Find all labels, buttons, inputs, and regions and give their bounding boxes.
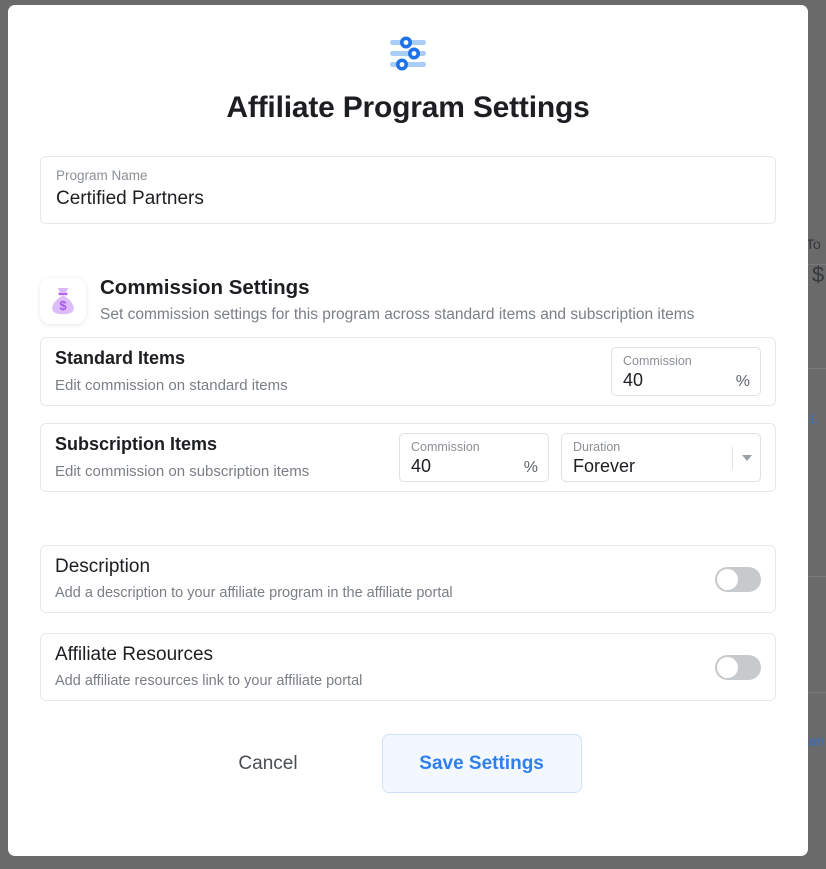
standard-items-commission-label: Commission — [623, 354, 692, 368]
standard-items-row: Standard Items Edit commission on standa… — [40, 337, 776, 406]
affiliate-resources-row: Affiliate Resources Add affiliate resour… — [40, 633, 776, 701]
percent-suffix: % — [523, 459, 538, 477]
description-toggle[interactable] — [715, 566, 761, 592]
standard-items-commission-value[interactable]: 40 — [623, 369, 643, 392]
program-name-value[interactable]: Certified Partners — [56, 186, 760, 213]
program-name-field[interactable]: Program Name Certified Partners — [40, 156, 776, 224]
background-text-fragment: $ — [812, 262, 825, 287]
subscription-items-subtitle: Edit commission on subscription items — [55, 463, 310, 481]
commission-settings-title: Commission Settings — [100, 276, 310, 299]
standard-items-title: Standard Items — [55, 347, 186, 368]
affiliate-resources-title: Affiliate Resources — [55, 643, 214, 665]
subscription-items-commission-label: Commission — [411, 440, 480, 454]
description-subtitle: Add a description to your affiliate prog… — [55, 584, 453, 601]
subscription-items-duration-select[interactable]: Duration Forever — [561, 433, 761, 482]
affiliate-program-settings-modal: Affiliate Program Settings Program Name … — [8, 5, 808, 856]
select-divider — [732, 446, 733, 469]
background-text-fragment: an — [808, 733, 824, 749]
percent-suffix: % — [735, 373, 750, 391]
cancel-button[interactable]: Cancel — [234, 745, 301, 783]
background-text-fragment: To — [806, 236, 821, 252]
description-title: Description — [55, 555, 151, 577]
subscription-items-title: Subscription Items — [55, 433, 218, 454]
subscription-items-commission-input[interactable]: Commission 40 % — [399, 433, 549, 482]
commission-settings-header: $ Commission Settings Set commission set… — [40, 276, 776, 337]
chevron-down-icon[interactable] — [742, 454, 752, 461]
toggle-knob — [717, 568, 738, 590]
subscription-items-duration-value[interactable]: Forever — [573, 455, 635, 478]
background-text-fragment: L — [810, 410, 818, 426]
toggle-knob — [717, 656, 738, 678]
subscription-items-row: Subscription Items Edit commission on su… — [40, 423, 776, 492]
affiliate-resources-subtitle: Add affiliate resources link to your aff… — [55, 672, 363, 689]
subscription-items-duration-label: Duration — [573, 440, 621, 454]
save-settings-button[interactable]: Save Settings — [381, 734, 582, 793]
description-row: Description Add a description to your af… — [40, 545, 776, 613]
sliders-icon — [386, 34, 430, 72]
subscription-items-commission-value[interactable]: 40 — [411, 455, 431, 478]
standard-items-commission-input[interactable]: Commission 40 % — [611, 347, 761, 396]
program-name-label: Program Name — [56, 168, 148, 183]
duration-select-caret[interactable] — [732, 445, 752, 471]
affiliate-resources-toggle[interactable] — [715, 654, 761, 680]
commission-settings-subtitle: Set commission settings for this program… — [100, 305, 695, 323]
money-bag-icon: $ — [40, 278, 86, 324]
page-title: Affiliate Program Settings — [226, 91, 590, 124]
header-icon-container — [40, 5, 776, 72]
standard-items-subtitle: Edit commission on standard items — [55, 377, 288, 395]
svg-text:$: $ — [59, 298, 67, 313]
modal-footer: Cancel Save Settings — [40, 734, 776, 793]
